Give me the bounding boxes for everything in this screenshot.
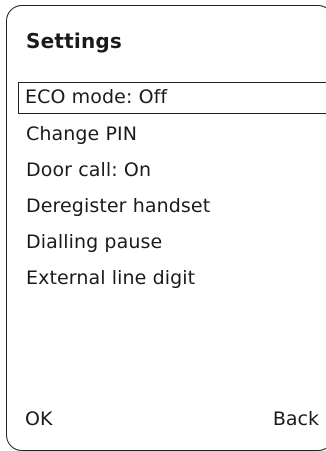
menu-item-eco-mode[interactable]: ECO mode: Off — [18, 82, 326, 114]
settings-menu: ECO mode: Off Change PIN Door call: On D… — [18, 82, 326, 298]
back-softkey[interactable]: Back — [273, 408, 319, 430]
menu-item-door-call[interactable]: Door call: On — [18, 154, 326, 190]
page-title: Settings — [26, 29, 123, 53]
menu-item-dialling-pause[interactable]: Dialling pause — [18, 226, 326, 262]
ok-softkey[interactable]: OK — [25, 408, 52, 430]
menu-item-external-line-digit[interactable]: External line digit — [18, 262, 326, 298]
menu-item-deregister-handset[interactable]: Deregister handset — [18, 190, 326, 226]
menu-item-change-pin[interactable]: Change PIN — [18, 118, 326, 154]
